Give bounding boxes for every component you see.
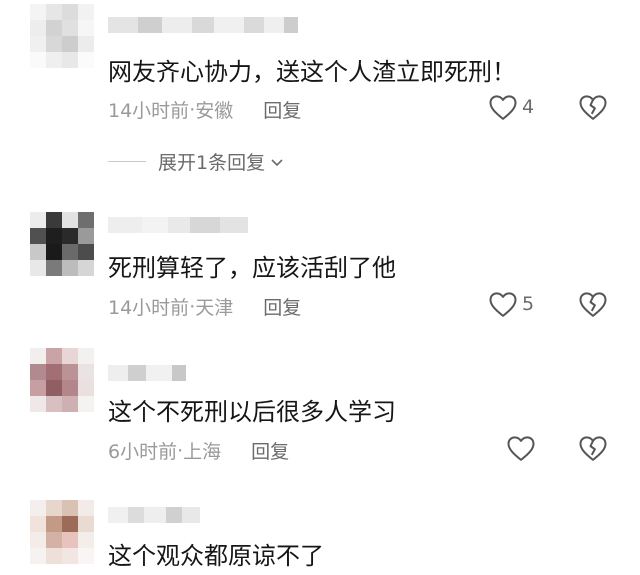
comment-meta: 14小时前 · 天津 回复 [108, 293, 301, 320]
like-button[interactable]: 4 [488, 93, 534, 121]
comment-text: 这个不死刑以后很多人学习 [108, 398, 396, 426]
comment-item: 网友齐心协力，送这个人渣立即死刑！ 14小时前 · 安徽 回复 4 展开1条回复 [0, 0, 640, 190]
comment-meta: 14小时前 · 安徽 回复 [108, 96, 301, 123]
comment-item: 这个观众都原谅不了 [0, 490, 640, 575]
username-blurred[interactable] [108, 360, 298, 386]
comment-text: 这个观众都原谅不了 [108, 542, 324, 570]
expand-replies-button[interactable]: 展开1条回复 [108, 148, 285, 175]
avatar[interactable] [30, 348, 94, 412]
avatar[interactable] [30, 4, 94, 68]
avatar[interactable] [30, 212, 94, 276]
comment-time: 6小时前 [108, 441, 178, 463]
heart-outline-icon [507, 436, 535, 461]
like-button[interactable] [506, 434, 540, 462]
comment-item: 这个不死刑以后很多人学习 6小时前 · 上海 回复 [0, 340, 640, 480]
comment-location: 天津 [195, 297, 234, 319]
username-blurred[interactable] [108, 12, 298, 38]
chevron-down-icon [271, 158, 283, 166]
heart-outline-icon [489, 292, 517, 317]
comment-meta: 6小时前 · 上海 回复 [108, 437, 289, 464]
broken-heart-icon [579, 292, 607, 317]
avatar[interactable] [30, 500, 94, 564]
comment-location: 上海 [183, 441, 222, 463]
comment-location: 安徽 [195, 100, 234, 122]
comment-text: 网友齐心协力，送这个人渣立即死刑！ [108, 58, 516, 86]
reply-button[interactable]: 回复 [251, 437, 289, 464]
username-blurred[interactable] [108, 502, 298, 528]
dislike-button[interactable] [578, 434, 608, 466]
broken-heart-icon [579, 436, 607, 461]
expand-divider [108, 161, 146, 162]
reply-button[interactable]: 回复 [263, 96, 301, 123]
expand-label: 展开1条回复 [158, 152, 266, 174]
broken-heart-icon [579, 95, 607, 120]
comment-time: 14小时前 [108, 297, 190, 319]
like-count: 5 [522, 293, 535, 315]
comment-time: 14小时前 [108, 100, 190, 122]
heart-outline-icon [489, 95, 517, 120]
like-button[interactable]: 5 [488, 290, 534, 318]
dislike-button[interactable] [578, 93, 608, 125]
like-count: 4 [522, 96, 535, 118]
username-blurred[interactable] [108, 212, 298, 238]
comment-item: 死刑算轻了，应该活刮了他 14小时前 · 天津 回复 5 [0, 200, 640, 330]
reply-button[interactable]: 回复 [263, 293, 301, 320]
dislike-button[interactable] [578, 290, 608, 322]
comment-text: 死刑算轻了，应该活刮了他 [108, 254, 396, 282]
